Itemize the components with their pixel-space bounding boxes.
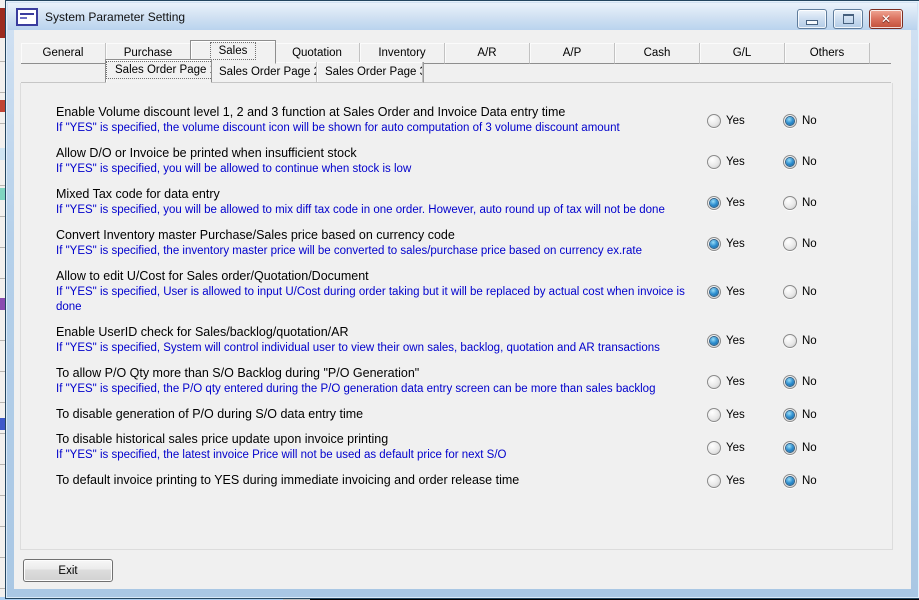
no-radio[interactable] bbox=[783, 375, 797, 389]
sub-tab-strip-filler bbox=[423, 62, 891, 83]
tab-others[interactable]: Others bbox=[785, 43, 870, 64]
yes-label: Yes bbox=[726, 335, 745, 347]
yes-label: Yes bbox=[726, 286, 745, 298]
no-label: No bbox=[802, 286, 817, 298]
yes-radio[interactable] bbox=[707, 196, 721, 210]
setting-label: To disable historical sales price update… bbox=[56, 431, 707, 447]
yes-label: Yes bbox=[726, 115, 745, 127]
setting-label: Allow to edit U/Cost for Sales order/Quo… bbox=[56, 268, 707, 284]
exit-button[interactable]: Exit bbox=[23, 559, 113, 582]
setting-description: If "YES" is specified, you will be allow… bbox=[56, 162, 707, 177]
close-button[interactable]: ✕ bbox=[869, 9, 903, 29]
setting-row: Enable UserID check for Sales/backlog/qu… bbox=[56, 324, 859, 356]
no-label: No bbox=[802, 376, 817, 388]
dialog-client-area: General Purchase Sales Quotation Invento… bbox=[14, 30, 911, 589]
tab-cash[interactable]: Cash bbox=[615, 43, 700, 64]
minimize-icon bbox=[806, 20, 818, 25]
no-label: No bbox=[802, 335, 817, 347]
sub-tab-lead-space bbox=[21, 62, 106, 83]
yes-label: Yes bbox=[726, 238, 745, 250]
yes-radio[interactable] bbox=[707, 114, 721, 128]
setting-row: Mixed Tax code for data entry If "YES" i… bbox=[56, 186, 859, 218]
yes-label: Yes bbox=[726, 376, 745, 388]
yes-label: Yes bbox=[726, 156, 745, 168]
no-label: No bbox=[802, 156, 817, 168]
no-label: No bbox=[802, 475, 817, 487]
no-label: No bbox=[802, 442, 817, 454]
setting-row: Allow D/O or Invoice be printed when ins… bbox=[56, 145, 859, 177]
yes-label: Yes bbox=[726, 197, 745, 209]
setting-label: To disable generation of P/O during S/O … bbox=[56, 406, 707, 422]
window-controls: ✕ bbox=[797, 9, 903, 29]
title-bar[interactable]: System Parameter Setting ✕ bbox=[8, 3, 917, 30]
setting-label: To default invoice printing to YES durin… bbox=[56, 472, 707, 488]
no-radio[interactable] bbox=[783, 474, 797, 488]
yes-radio[interactable] bbox=[707, 441, 721, 455]
no-label: No bbox=[802, 115, 817, 127]
no-radio[interactable] bbox=[783, 155, 797, 169]
no-label: No bbox=[802, 238, 817, 250]
no-radio[interactable] bbox=[783, 237, 797, 251]
form-icon bbox=[16, 8, 38, 26]
tab-strip-filler bbox=[870, 43, 891, 64]
setting-label: Enable Volume discount level 1, 2 and 3 … bbox=[56, 104, 707, 120]
settings-list: Enable Volume discount level 1, 2 and 3 … bbox=[56, 104, 859, 497]
no-radio[interactable] bbox=[783, 114, 797, 128]
tab-gl[interactable]: G/L bbox=[700, 43, 785, 64]
no-radio[interactable] bbox=[783, 441, 797, 455]
yes-radio[interactable] bbox=[707, 237, 721, 251]
tab-sales-order-page-3[interactable]: Sales Order Page 3 bbox=[317, 62, 423, 83]
close-icon: ✕ bbox=[881, 13, 891, 25]
tab-general[interactable]: General bbox=[21, 43, 106, 64]
system-parameter-setting-window: System Parameter Setting ✕ General Purch… bbox=[5, 0, 919, 599]
yes-radio[interactable] bbox=[707, 408, 721, 422]
tab-quotation[interactable]: Quotation bbox=[275, 43, 360, 64]
no-radio[interactable] bbox=[783, 334, 797, 348]
yes-radio[interactable] bbox=[707, 334, 721, 348]
yes-radio[interactable] bbox=[707, 285, 721, 299]
no-label: No bbox=[802, 409, 817, 421]
yes-radio[interactable] bbox=[707, 155, 721, 169]
tab-inventory[interactable]: Inventory bbox=[360, 43, 445, 64]
setting-description: If "YES" is specified, the volume discou… bbox=[56, 121, 707, 136]
yes-label: Yes bbox=[726, 409, 745, 421]
setting-description: If "YES" is specified, the P/O qty enter… bbox=[56, 382, 707, 397]
window-title: System Parameter Setting bbox=[45, 10, 185, 24]
setting-label: Allow D/O or Invoice be printed when ins… bbox=[56, 145, 707, 161]
minimize-button[interactable] bbox=[797, 9, 827, 29]
setting-description: If "YES" is specified, the inventory mas… bbox=[56, 244, 707, 259]
setting-label: Enable UserID check for Sales/backlog/qu… bbox=[56, 324, 707, 340]
setting-description: If "YES" is specified, you will be allow… bbox=[56, 203, 707, 218]
setting-row: To disable generation of P/O during S/O … bbox=[56, 406, 859, 422]
yes-radio[interactable] bbox=[707, 474, 721, 488]
no-radio[interactable] bbox=[783, 408, 797, 422]
sales-sub-tab-strip: Sales Order Page 1 Sales Order Page 2 Sa… bbox=[21, 62, 891, 83]
setting-row: Convert Inventory master Purchase/Sales … bbox=[56, 227, 859, 259]
setting-description: If "YES" is specified, the latest invoic… bbox=[56, 448, 707, 463]
yes-label: Yes bbox=[726, 475, 745, 487]
setting-row: Allow to edit U/Cost for Sales order/Quo… bbox=[56, 268, 859, 315]
setting-description: If "YES" is specified, User is allowed t… bbox=[56, 285, 707, 315]
no-label: No bbox=[802, 197, 817, 209]
yes-label: Yes bbox=[726, 442, 745, 454]
maximize-button[interactable] bbox=[833, 9, 863, 29]
no-radio[interactable] bbox=[783, 196, 797, 210]
maximize-icon bbox=[843, 14, 854, 24]
tab-ap[interactable]: A/P bbox=[530, 43, 615, 64]
no-radio[interactable] bbox=[783, 285, 797, 299]
setting-row: To disable historical sales price update… bbox=[56, 431, 859, 463]
tab-sales-order-page-1[interactable]: Sales Order Page 1 bbox=[105, 59, 212, 83]
setting-label: Convert Inventory master Purchase/Sales … bbox=[56, 227, 707, 243]
setting-label: Mixed Tax code for data entry bbox=[56, 186, 707, 202]
tab-sales-order-page-2[interactable]: Sales Order Page 2 bbox=[211, 62, 317, 83]
setting-row: To allow P/O Qty more than S/O Backlog d… bbox=[56, 365, 859, 397]
setting-row: Enable Volume discount level 1, 2 and 3 … bbox=[56, 104, 859, 136]
yes-radio[interactable] bbox=[707, 375, 721, 389]
setting-label: To allow P/O Qty more than S/O Backlog d… bbox=[56, 365, 707, 381]
setting-description: If "YES" is specified, System will contr… bbox=[56, 341, 707, 356]
setting-row: To default invoice printing to YES durin… bbox=[56, 472, 859, 488]
tab-ar[interactable]: A/R bbox=[445, 43, 530, 64]
